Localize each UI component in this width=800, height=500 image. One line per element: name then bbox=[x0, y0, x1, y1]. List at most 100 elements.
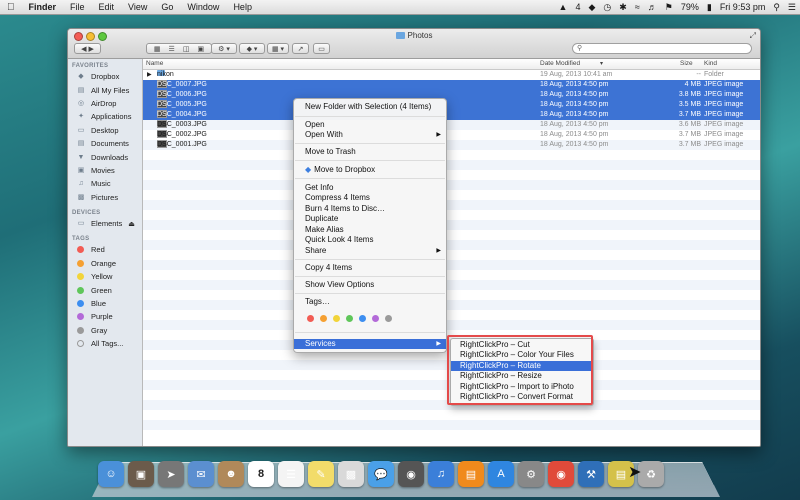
bluetooth-icon[interactable]: ✱ bbox=[615, 2, 631, 13]
notification-center-icon[interactable]: ☰ bbox=[784, 2, 800, 13]
mail-stamp-icon[interactable]: ✉ bbox=[188, 461, 214, 487]
sidebar-tag-purple[interactable]: Purple bbox=[68, 310, 142, 323]
menu-item-tags[interactable]: Tags… bbox=[294, 297, 446, 307]
menu-window[interactable]: Window bbox=[180, 2, 226, 12]
screenshot-icon[interactable]: ▣ bbox=[128, 461, 154, 487]
menu-item-burn[interactable]: Burn 4 Items to Disc… bbox=[294, 204, 446, 214]
messages-icon[interactable]: 💬 bbox=[368, 461, 394, 487]
table-row[interactable]: DSC_0002.JPG 18 Aug, 2013 4:50 pm 3.7 MB JP… bbox=[143, 130, 760, 140]
column-size-header[interactable]: Size bbox=[680, 60, 693, 67]
ibooks-icon[interactable]: ▤ bbox=[458, 461, 484, 487]
menu-go[interactable]: Go bbox=[154, 2, 180, 12]
icon-view-icon[interactable]: ▦ bbox=[154, 45, 161, 53]
tags-button[interactable]: ▭ bbox=[313, 43, 330, 54]
sidebar-tag-gray[interactable]: Gray bbox=[68, 324, 142, 337]
back-forward-button[interactable]: ◀ ▶ bbox=[74, 43, 101, 54]
sidebar-item-documents[interactable]: ▤ Documents bbox=[68, 137, 142, 150]
column-name-header[interactable]: Name bbox=[146, 60, 163, 67]
sidebar-item-applications[interactable]: ✦ Applications bbox=[68, 110, 142, 123]
itunes-icon[interactable]: ♫ bbox=[428, 461, 454, 487]
view-mode-control[interactable]: ▦ ☰ ◫ ▣ bbox=[146, 43, 212, 54]
time-machine-icon[interactable]: ◷ bbox=[599, 2, 615, 13]
sidebar-item-pictures[interactable]: ▩ Pictures bbox=[68, 191, 142, 204]
menu-file[interactable]: File bbox=[63, 2, 92, 12]
sidebar-item-movies[interactable]: ▣ Movies bbox=[68, 164, 142, 177]
tag-purple-dot[interactable] bbox=[372, 315, 379, 322]
menu-item-get-info[interactable]: Get Info bbox=[294, 183, 446, 193]
service-cut[interactable]: RightClickPro – Cut bbox=[451, 340, 593, 350]
wifi-icon[interactable]: ≈ bbox=[631, 2, 644, 12]
menu-edit[interactable]: Edit bbox=[92, 2, 122, 12]
menu-item-open[interactable]: Open bbox=[294, 120, 446, 130]
notes-icon[interactable]: ✎ bbox=[308, 461, 334, 487]
sidebar-tag-red[interactable]: Red bbox=[68, 243, 142, 256]
contacts-icon[interactable]: ☻ bbox=[218, 461, 244, 487]
disclosure-triangle-icon[interactable]: ▶ bbox=[147, 70, 152, 80]
sidebar-tag-orange[interactable]: Orange bbox=[68, 257, 142, 270]
trash-icon[interactable]: ♻ bbox=[638, 461, 664, 487]
sidebar-item-dropbox[interactable]: ◆ Dropbox bbox=[68, 70, 142, 83]
menu-item-open-with[interactable]: Open With ▶ bbox=[294, 130, 446, 140]
sidebar-item-music[interactable]: ♫ Music bbox=[68, 177, 142, 190]
battery-percent[interactable]: 79% bbox=[677, 2, 703, 12]
service-import-iphoto[interactable]: RightClickPro – Import to iPhoto bbox=[451, 382, 593, 392]
menu-item-copy[interactable]: Copy 4 Items bbox=[294, 263, 446, 273]
sidebar-item-elements[interactable]: ▭ Elements ⏏ bbox=[68, 217, 142, 230]
volume-icon[interactable]: ♬ bbox=[644, 2, 661, 12]
sidebar-tag-green[interactable]: Green bbox=[68, 283, 142, 296]
tag-orange-dot[interactable] bbox=[320, 315, 327, 322]
sidebar-tag-yellow[interactable]: Yellow bbox=[68, 270, 142, 283]
service-convert-format[interactable]: RightClickPro – Convert Format bbox=[451, 392, 593, 402]
sidebar-item-desktop[interactable]: ▭ Desktop bbox=[68, 124, 142, 137]
column-date-header[interactable]: Date Modified bbox=[540, 60, 580, 67]
search-input[interactable]: ⚲ bbox=[572, 43, 752, 54]
spotlight-icon[interactable]: ⚲ bbox=[769, 2, 784, 13]
tag-blue-dot[interactable] bbox=[359, 315, 366, 322]
arrange-button[interactable]: ▦ ▾ bbox=[267, 43, 289, 54]
menu-app-finder[interactable]: Finder bbox=[22, 2, 64, 12]
launchpad-icon[interactable]: ➤ bbox=[158, 461, 184, 487]
clock[interactable]: Fri 9:53 pm bbox=[716, 2, 770, 12]
column-kind-header[interactable]: Kind bbox=[704, 60, 717, 67]
adobe-icon[interactable]: ▲ bbox=[555, 2, 572, 12]
system-preferences-icon[interactable]: ⚙ bbox=[518, 461, 544, 487]
table-row[interactable]: DSC_0007.JPG 18 Aug, 2013 4:50 pm 4 MB JPEG… bbox=[143, 80, 760, 90]
sidebar-tag-all[interactable]: All Tags... bbox=[68, 337, 142, 350]
sidebar-tag-blue[interactable]: Blue bbox=[68, 297, 142, 310]
app-store-icon[interactable]: A bbox=[488, 461, 514, 487]
status-count[interactable]: 4 bbox=[571, 2, 584, 12]
apple-icon[interactable]:  bbox=[0, 2, 22, 13]
menu-item-share[interactable]: Share ▶ bbox=[294, 246, 446, 256]
dropbox-menu-icon[interactable]: ◆ bbox=[584, 2, 599, 13]
tag-green-dot[interactable] bbox=[346, 315, 353, 322]
fullscreen-icon[interactable]: ⤢ bbox=[750, 31, 756, 41]
calendar-icon[interactable]: 8 bbox=[248, 461, 274, 487]
sidebar-item-all-my-files[interactable]: ▤ All My Files bbox=[68, 83, 142, 96]
menu-item-move-to-dropbox[interactable]: ◆ Move to Dropbox bbox=[294, 165, 446, 175]
menu-item-quick-look[interactable]: Quick Look 4 Items bbox=[294, 235, 446, 245]
menu-item-make-alias[interactable]: Make Alias bbox=[294, 225, 446, 235]
xcode-icon[interactable]: ⚒ bbox=[578, 461, 604, 487]
menu-help[interactable]: Help bbox=[226, 2, 259, 12]
menu-item-show-view-options[interactable]: Show View Options bbox=[294, 280, 446, 290]
tag-gray-dot[interactable] bbox=[385, 315, 392, 322]
table-row[interactable]: DSC_0003.JPG 18 Aug, 2013 4:50 pm 3.6 MB JP… bbox=[143, 120, 760, 130]
menu-item-move-to-trash[interactable]: Move to Trash bbox=[294, 147, 446, 157]
menu-item-new-folder[interactable]: New Folder with Selection (4 Items) bbox=[294, 102, 446, 112]
reminders-icon[interactable]: ☰ bbox=[278, 461, 304, 487]
table-row[interactable]: DSC_0004.JPG 18 Aug, 2013 4:50 pm 3.7 MB JP… bbox=[143, 110, 760, 120]
cover-flow-icon[interactable]: ▣ bbox=[197, 45, 204, 53]
menu-view[interactable]: View bbox=[121, 2, 154, 12]
finder-icon[interactable]: ☺ bbox=[98, 461, 124, 487]
menu-item-duplicate[interactable]: Duplicate bbox=[294, 214, 446, 224]
list-view-icon[interactable]: ☰ bbox=[169, 45, 175, 53]
preview-icon[interactable]: ▩ bbox=[338, 461, 364, 487]
sidebar-item-airdrop[interactable]: ◎ AirDrop bbox=[68, 97, 142, 110]
action-menu-button[interactable]: ⚙ ▾ bbox=[211, 43, 237, 54]
service-resize[interactable]: RightClickPro – Resize bbox=[451, 371, 593, 381]
sidebar-item-downloads[interactable]: ▼ Downloads bbox=[68, 150, 142, 163]
menu-item-services[interactable]: Services ▶ bbox=[294, 339, 446, 349]
eject-icon[interactable]: ⏏ bbox=[128, 220, 135, 228]
chrome-icon[interactable]: ◉ bbox=[548, 461, 574, 487]
service-rotate[interactable]: RightClickPro – Rotate bbox=[451, 361, 593, 371]
